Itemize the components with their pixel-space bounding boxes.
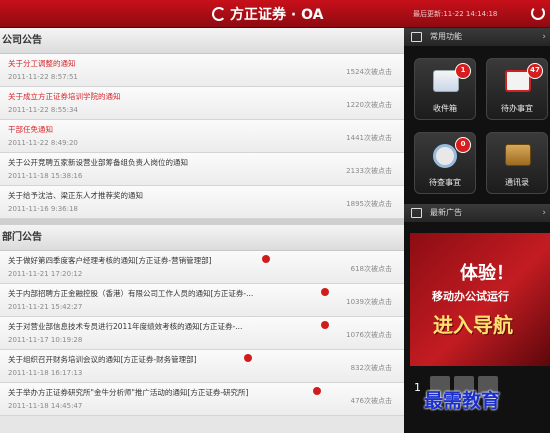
item-title: 关于内部招聘方正金融控股（香港）有限公司工作人员的通知[方正证券-... (8, 289, 254, 298)
item-title: 关于组织召开财务培训会议的通知[方正证券-财务管理部] (8, 355, 197, 364)
list-item[interactable]: 干部任免通知 2011-11-22 8:49:20 1441次被点击 (0, 120, 404, 153)
item-title: 干部任免通知 (8, 125, 53, 134)
item-clicks: 1039次被点击 (346, 298, 392, 306)
common-functions-header: 常用功能 › (404, 28, 550, 46)
ad-line-2: 移动办公试运行 (432, 290, 509, 303)
item-date: 2011-11-18 15:38:16 (8, 172, 83, 180)
list-item[interactable]: 关于对营业部信息技术专员进行2011年度绩效考核的通知[方正证券-... 201… (0, 317, 404, 350)
item-date: 2011-11-22 8:57:51 (8, 73, 78, 81)
pending-badge: 0 (455, 137, 471, 153)
list-item[interactable]: 关于给予沈洁、梁正东人才推荐奖的通知 2011-11-16 9:36:18 18… (0, 186, 404, 219)
item-date: 2011-11-22 8:49:20 (8, 139, 78, 147)
announcements-panel: 公司公告 关于分工调整的通知 2011-11-22 8:57:51 1524次被… (0, 28, 404, 433)
list-item[interactable]: 关于举办方正证券研究所"金牛分析师"推广活动的通知[方正证券-研究所] 2011… (0, 383, 404, 416)
tile-label: 待查事宜 (429, 178, 461, 187)
founder-logo-icon (212, 7, 226, 21)
ad-line-1: 体验！ (460, 263, 514, 284)
item-date: 2011-11-21 15:42:27 (8, 303, 83, 311)
item-clicks: 832次被点击 (350, 364, 392, 372)
chevron-right-icon[interactable]: › (542, 28, 546, 46)
list-item[interactable]: 关于组织召开财务培训会议的通知[方正证券-财务管理部] 2011-11-18 1… (0, 350, 404, 383)
attachment-flag-icon (313, 387, 321, 395)
item-title: 关于做好第四季度客户经理考核的通知[方正证券-营销管理部] (8, 256, 212, 265)
tile-todo[interactable]: 47 待办事宜 (486, 58, 548, 120)
tile-label: 通讯录 (505, 178, 529, 187)
tile-inbox[interactable]: 1 收件箱 (414, 58, 476, 120)
ads-header: 最新广告 › (404, 204, 550, 222)
sidebar-panel: 常用功能 › 1 收件箱 47 待办事宜 0 待查事宜 通讯录 最新广告 › 体… (404, 28, 550, 433)
magnifier-icon (433, 144, 457, 168)
watermark-text: 最需教育 (424, 390, 501, 412)
contacts-book-icon (505, 144, 531, 166)
list-item[interactable]: 关于分工调整的通知 2011-11-22 8:57:51 1524次被点击 (0, 54, 404, 87)
inbox-badge: 1 (455, 63, 471, 79)
chevron-right-icon[interactable]: › (542, 204, 546, 222)
refresh-icon[interactable] (531, 6, 545, 20)
news-icon (411, 208, 422, 218)
logo-text: 方正证券 · OA (230, 7, 324, 23)
item-clicks: 1076次被点击 (346, 331, 392, 339)
last-update-text: 最后更新:11-22 14:14:18 (413, 10, 498, 18)
top-bar: 方正证券 · OA 最后更新:11-22 14:14:18 (0, 0, 550, 28)
item-title: 关于对营业部信息技术专员进行2011年度绩效考核的通知[方正证券-... (8, 322, 243, 331)
list-item[interactable]: 关于公开竞聘五家新设营业部筹备组负责人岗位的通知 2011-11-18 15:3… (0, 153, 404, 186)
export-icon (411, 32, 422, 42)
item-title: 关于分工调整的通知 (8, 59, 76, 68)
item-title: 关于公开竞聘五家新设营业部筹备组负责人岗位的通知 (8, 158, 188, 167)
item-date: 2011-11-17 10:19:28 (8, 336, 83, 344)
list-item[interactable]: 关于内部招聘方正金融控股（香港）有限公司工作人员的通知[方正证券-... 201… (0, 284, 404, 317)
ad-line-3: 进入导航 (433, 313, 513, 337)
list-item[interactable]: 关于做好第四季度客户经理考核的通知[方正证券-营销管理部] 2011-11-21… (0, 251, 404, 284)
attachment-flag-icon (262, 255, 270, 263)
company-announcements-header: 公司公告 (0, 28, 404, 54)
item-title: 关于成立方正证券培训学院的通知 (8, 92, 121, 101)
tile-label: 收件箱 (433, 104, 457, 113)
app-logo: 方正证券 · OA (212, 4, 323, 24)
item-clicks: 1441次被点击 (346, 134, 392, 142)
item-date: 2011-11-18 14:45:47 (8, 402, 83, 410)
tile-contacts[interactable]: 通讯录 (486, 132, 548, 194)
item-date: 2011-11-21 17:20:12 (8, 270, 83, 278)
ad-banner[interactable]: 体验！ 移动办公试运行 进入导航 (410, 233, 550, 366)
attachment-flag-icon (244, 354, 252, 362)
department-announcements-header: 部门公告 (0, 225, 404, 251)
item-clicks: 618次被点击 (350, 265, 392, 273)
tile-pending-review[interactable]: 0 待查事宜 (414, 132, 476, 194)
item-clicks: 1220次被点击 (346, 101, 392, 109)
tile-label: 待办事宜 (501, 104, 533, 113)
item-clicks: 2133次被点击 (346, 167, 392, 175)
item-title: 关于举办方正证券研究所"金牛分析师"推广活动的通知[方正证券-研究所] (8, 388, 249, 397)
item-date: 2011-11-18 16:17:13 (8, 369, 83, 377)
todo-badge: 47 (527, 63, 543, 79)
item-clicks: 1895次被点击 (346, 200, 392, 208)
attachment-flag-icon (321, 321, 329, 329)
attachment-flag-icon (321, 288, 329, 296)
item-clicks: 1524次被点击 (346, 68, 392, 76)
item-date: 2011-11-22 8:55:34 (8, 106, 78, 114)
item-date: 2011-11-16 9:36:18 (8, 205, 78, 213)
list-item[interactable]: 关于成立方正证券培训学院的通知 2011-11-22 8:55:34 1220次… (0, 87, 404, 120)
item-clicks: 476次被点击 (350, 397, 392, 405)
item-title: 关于给予沈洁、梁正东人才推荐奖的通知 (8, 191, 143, 200)
